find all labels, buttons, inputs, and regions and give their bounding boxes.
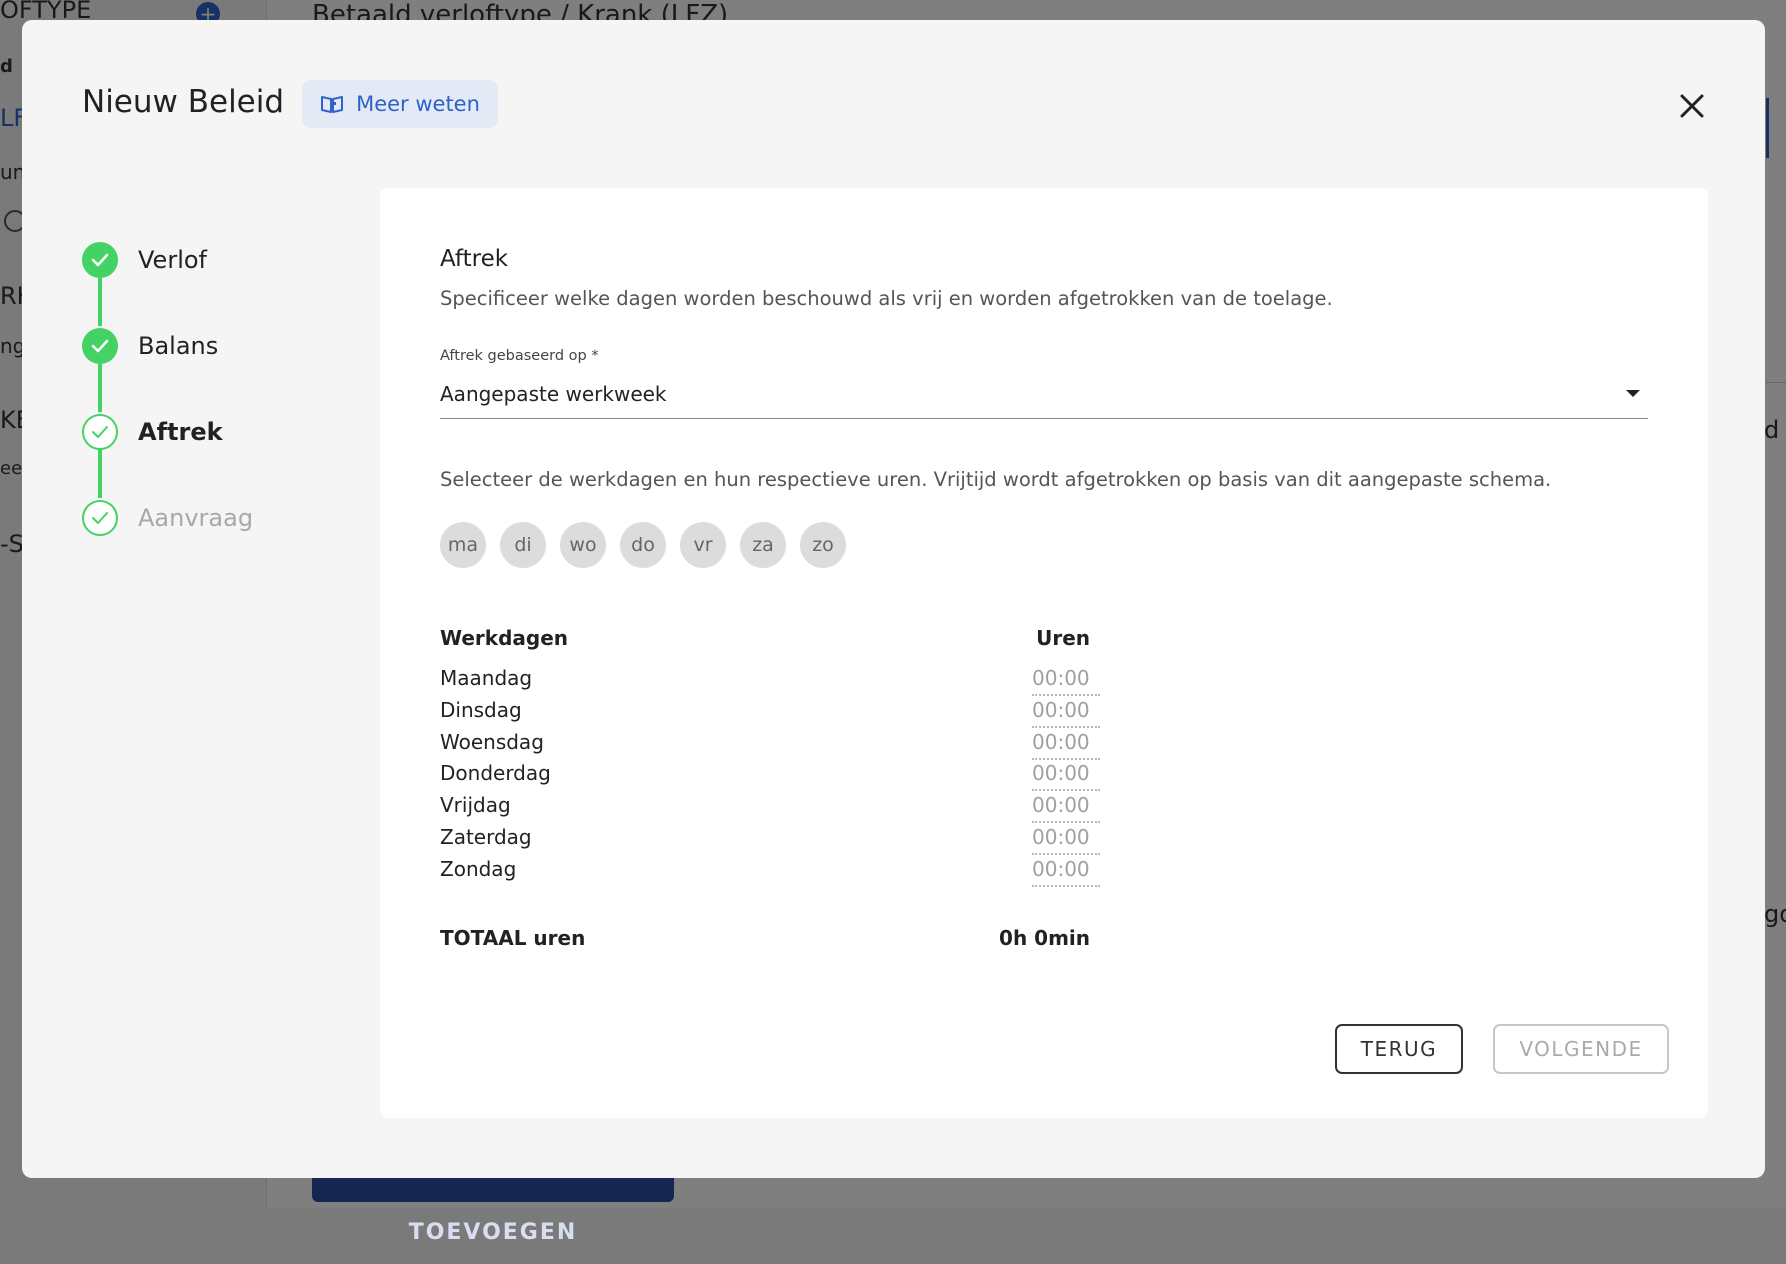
step-aanvraag: Aanvraag bbox=[82, 498, 253, 538]
hours-input-wednesday[interactable] bbox=[1032, 730, 1100, 760]
deduction-basis-value: Aangepaste werkweek bbox=[440, 382, 667, 406]
day-toggle-wo[interactable]: wo bbox=[560, 522, 606, 568]
workday-label: Donderdag bbox=[440, 761, 551, 785]
back-button[interactable]: TERUG bbox=[1335, 1024, 1463, 1074]
check-icon bbox=[82, 242, 118, 278]
deduction-card: Aftrek Specificeer welke dagen worden be… bbox=[380, 188, 1708, 1118]
step-verlof[interactable]: Verlof bbox=[82, 240, 207, 280]
column-header-workdays: Werkdagen bbox=[440, 626, 569, 650]
step-label: Verlof bbox=[138, 246, 207, 274]
workdays-help-text: Selecteer de werkdagen en hun respectiev… bbox=[440, 468, 1552, 491]
new-policy-modal: Nieuw Beleid Meer weten Verlof Balans Af… bbox=[22, 20, 1765, 1178]
deduction-basis-select[interactable]: Aangepaste werkweek bbox=[440, 372, 1648, 419]
check-outline-icon bbox=[82, 414, 118, 450]
workday-label: Maandag bbox=[440, 666, 533, 690]
workday-label: Zondag bbox=[440, 857, 517, 881]
learn-more-label: Meer weten bbox=[356, 92, 480, 116]
learn-more-button[interactable]: Meer weten bbox=[302, 80, 498, 128]
weekday-selector: ma di wo do vr za zo bbox=[440, 522, 846, 568]
step-label: Aanvraag bbox=[138, 504, 254, 532]
book-icon bbox=[321, 96, 344, 113]
section-title: Aftrek bbox=[440, 246, 509, 272]
day-toggle-do[interactable]: do bbox=[620, 522, 666, 568]
hours-input-thursday[interactable] bbox=[1032, 761, 1100, 791]
step-label: Aftrek bbox=[138, 418, 223, 446]
day-toggle-ma[interactable]: ma bbox=[440, 522, 486, 568]
hours-input-monday[interactable] bbox=[1032, 666, 1100, 696]
day-toggle-zo[interactable]: zo bbox=[800, 522, 846, 568]
close-icon[interactable] bbox=[1672, 86, 1712, 126]
total-hours-label: TOTAAL uren bbox=[440, 926, 586, 950]
workday-label: Vrijdag bbox=[440, 793, 511, 817]
hours-input-tuesday[interactable] bbox=[1032, 698, 1100, 728]
step-balans[interactable]: Balans bbox=[82, 326, 218, 366]
modal-title: Nieuw Beleid bbox=[82, 84, 285, 120]
hours-input-friday[interactable] bbox=[1032, 793, 1100, 823]
check-icon bbox=[82, 328, 118, 364]
hours-input-sunday[interactable] bbox=[1032, 857, 1100, 887]
workday-label: Dinsdag bbox=[440, 698, 522, 722]
day-toggle-vr[interactable]: vr bbox=[680, 522, 726, 568]
check-outline-icon bbox=[82, 500, 118, 536]
workday-label: Woensdag bbox=[440, 730, 544, 754]
total-hours-value: 0h 0min bbox=[999, 926, 1090, 950]
section-description: Specificeer welke dagen worden beschouwd… bbox=[440, 287, 1333, 310]
column-header-hours: Uren bbox=[1036, 626, 1090, 650]
deduction-basis-label: Aftrek gebaseerd op * bbox=[440, 348, 599, 364]
caret-down-icon bbox=[1626, 390, 1640, 397]
day-toggle-di[interactable]: di bbox=[500, 522, 546, 568]
step-label: Balans bbox=[138, 332, 219, 360]
day-toggle-za[interactable]: za bbox=[740, 522, 786, 568]
next-button[interactable]: VOLGENDE bbox=[1493, 1024, 1669, 1074]
step-aftrek[interactable]: Aftrek bbox=[82, 412, 223, 452]
hours-input-saturday[interactable] bbox=[1032, 825, 1100, 855]
workday-label: Zaterdag bbox=[440, 825, 532, 849]
